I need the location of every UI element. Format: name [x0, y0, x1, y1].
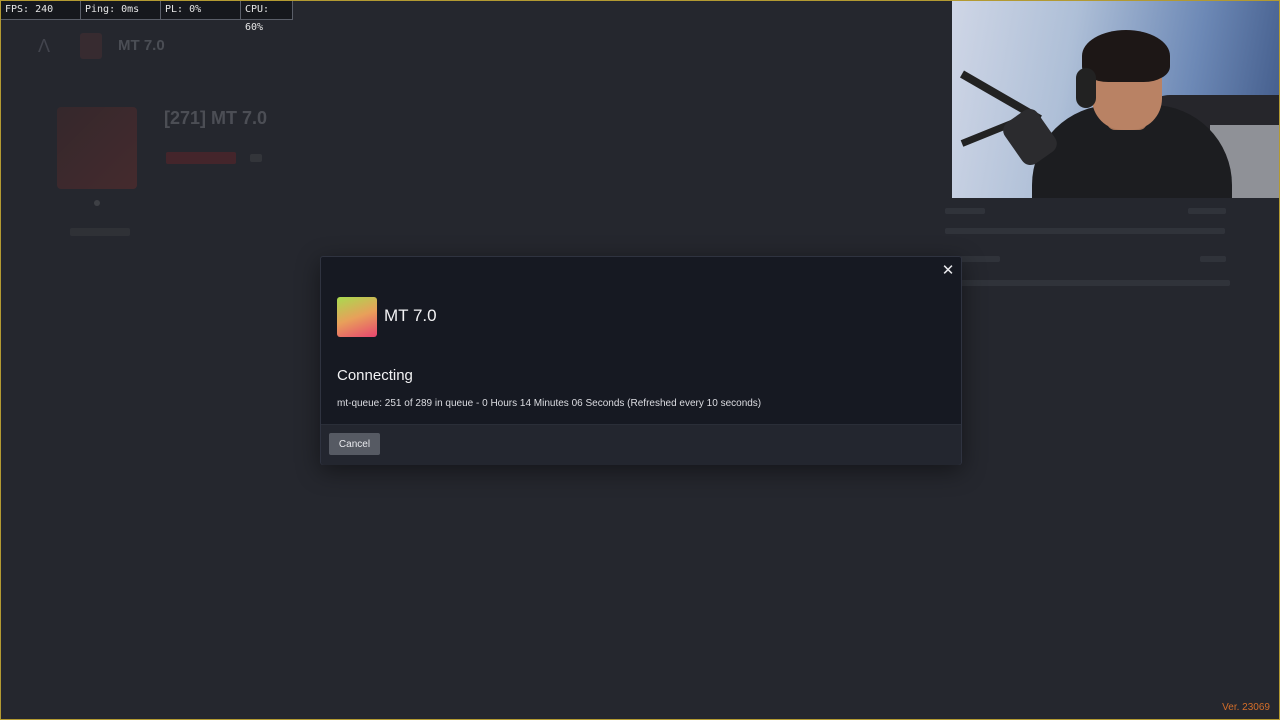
cpu-readout: CPU: 60%	[245, 4, 270, 33]
queue-status-text: mt-queue: 251 of 289 in queue - 0 Hours …	[337, 398, 762, 409]
app-logo-icon: Λ	[38, 36, 51, 56]
info-row	[1200, 256, 1226, 262]
close-icon[interactable]: ✕	[941, 263, 955, 278]
header-server-thumbnail	[80, 33, 102, 59]
server-image	[57, 107, 137, 189]
version-label: Ver. 23069	[1222, 702, 1270, 713]
info-row	[960, 256, 1000, 262]
packet-loss-readout: PL: 0%	[161, 1, 241, 19]
info-row	[960, 280, 1230, 286]
fps-readout: FPS: 240	[1, 1, 81, 19]
cancel-button[interactable]: Cancel	[329, 433, 380, 455]
dialog-footer: Cancel	[321, 424, 961, 465]
info-row	[945, 208, 985, 214]
server-tag-secondary	[250, 154, 262, 162]
server-info-item	[70, 228, 130, 236]
server-title: [271] MT 7.0	[164, 108, 268, 128]
webcam-feed	[952, 0, 1280, 198]
info-row	[1188, 208, 1226, 214]
dialog-title: MT 7.0	[384, 306, 437, 325]
performance-overlay: FPS: 240 Ping: 0ms PL: 0% CPU: 60%	[0, 0, 293, 33]
header-title: MT 7.0	[118, 37, 165, 54]
server-logo	[337, 297, 377, 337]
carousel-dot	[94, 200, 100, 206]
headphones-icon	[1076, 68, 1096, 108]
ping-readout: Ping: 0ms	[81, 1, 161, 19]
server-tag	[166, 152, 236, 164]
connecting-dialog: ✕ MT 7.0 Connecting mt-queue: 251 of 289…	[320, 256, 962, 465]
info-row	[945, 228, 1225, 234]
connection-status: Connecting	[337, 367, 413, 384]
